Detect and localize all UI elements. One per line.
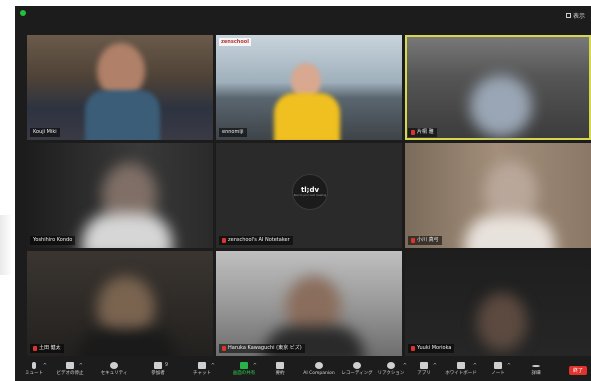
end-meeting-button[interactable]: 終了 <box>569 366 587 375</box>
muted-mic-icon <box>411 130 415 135</box>
zoom-meeting-window: 表示 Kouji Miki zenschool ennomiji 片桐 雅 Yo… <box>15 6 591 381</box>
participant-name-label: Yuuki Morioka <box>408 344 455 353</box>
participant-video-blurred <box>477 293 527 351</box>
video-tile-notetaker[interactable]: tl;dv Record your next meeting zenschool… <box>216 143 402 248</box>
chevron-up-icon[interactable]: ^ <box>211 363 215 369</box>
participant-name-label: Haruka Kawaguchi (東京 ビズ) <box>219 344 305 353</box>
tldv-logo-icon: tl;dv Record your next meeting <box>292 173 328 210</box>
share-screen-icon <box>240 362 248 369</box>
participant-name-label: zenschool's AI Notetaker <box>219 236 293 245</box>
participant-name-label: Kouji Miki <box>30 128 60 137</box>
participants-button[interactable]: 9 参加者 <box>141 362 175 381</box>
chat-button[interactable]: ^ チャット <box>185 362 219 381</box>
participant-video-blurred <box>465 215 555 248</box>
summary-icon <box>276 362 284 369</box>
record-icon <box>353 362 361 369</box>
reactions-button[interactable]: ^ リアクション <box>371 362 411 381</box>
participant-name-label: 小川 真弓 <box>408 236 442 245</box>
title-bar: 表示 <box>15 6 591 28</box>
chat-icon <box>198 362 206 369</box>
stop-video-button[interactable]: ^ ビデオの停止 <box>53 362 87 381</box>
muted-mic-icon <box>411 346 415 351</box>
reaction-icon <box>387 362 395 369</box>
more-icon <box>532 365 540 367</box>
grid-view-icon <box>565 12 571 18</box>
participant-name-label: 土田 健太 <box>30 344 64 353</box>
view-button[interactable]: 表示 <box>565 9 585 21</box>
muted-mic-icon <box>411 238 415 243</box>
participant-video-blurred <box>77 329 177 356</box>
notetaker-tagline: Record your next meeting <box>293 194 327 197</box>
chevron-up-icon[interactable]: ^ <box>507 363 511 369</box>
chevron-up-icon[interactable]: ^ <box>433 363 437 369</box>
more-button[interactable]: 詳細 <box>519 362 553 381</box>
video-tile[interactable]: 小川 真弓 <box>405 143 591 248</box>
participant-name-label: Yoshihiro Kondo <box>30 236 76 245</box>
security-button[interactable]: セキュリティ <box>97 362 131 381</box>
chevron-up-icon[interactable]: ^ <box>43 363 47 369</box>
participant-video <box>85 90 160 140</box>
participant-video <box>274 93 340 140</box>
encryption-shield-icon[interactable] <box>20 10 26 16</box>
muted-mic-icon <box>33 346 37 351</box>
muted-mic-icon <box>222 238 226 243</box>
whiteboard-icon <box>457 362 465 369</box>
video-tile[interactable]: Haruka Kawaguchi (東京 ビズ) <box>216 251 402 356</box>
video-tile[interactable]: zenschool ennomiji <box>216 35 402 140</box>
notetaker-brand: tl;dv <box>300 186 320 194</box>
whiteboard-button[interactable]: ^ ホワイトボード <box>441 362 481 381</box>
participant-video-blurred <box>485 161 537 223</box>
participant-name-label: ennomiji <box>219 128 247 137</box>
background-decoration <box>0 215 12 275</box>
participant-count: 9 <box>164 362 168 368</box>
ai-companion-icon <box>315 362 323 369</box>
video-tile[interactable]: Yuuki Morioka <box>405 251 591 356</box>
participants-icon <box>154 362 162 369</box>
video-tile-active-speaker[interactable]: 片桐 雅 <box>405 35 591 140</box>
ai-companion-button[interactable]: AI Companion <box>299 362 339 381</box>
video-tile[interactable]: Kouji Miki <box>27 35 213 140</box>
security-shield-icon <box>110 362 118 369</box>
participant-video-blurred <box>470 75 532 137</box>
notes-icon <box>494 362 502 369</box>
muted-mic-icon <box>222 346 226 351</box>
participant-video-blurred <box>82 213 172 248</box>
apps-icon <box>420 362 428 369</box>
view-label: 表示 <box>572 12 585 20</box>
chevron-up-icon[interactable]: ^ <box>473 363 477 369</box>
chevron-up-icon[interactable]: ^ <box>253 363 257 369</box>
meeting-toolbar: ^ ミュート ^ ビデオの停止 セキュリティ 9 参加者 ^ チャット ^ 画面… <box>15 360 591 381</box>
microphone-icon <box>32 362 36 369</box>
summary-button[interactable]: 要約 <box>263 362 297 381</box>
zenschool-logo: zenschool <box>219 38 251 46</box>
notes-button[interactable]: ^ ノート <box>481 362 515 381</box>
video-tile[interactable]: 土田 健太 <box>27 251 213 356</box>
apps-button[interactable]: ^ アプリ <box>407 362 441 381</box>
participant-name-label: 片桐 雅 <box>408 128 437 137</box>
video-camera-icon <box>66 362 74 369</box>
share-screen-button[interactable]: ^ 画面の共有 <box>227 362 261 381</box>
video-tile[interactable]: Yoshihiro Kondo <box>27 143 213 248</box>
mute-button[interactable]: ^ ミュート <box>17 362 51 381</box>
chevron-up-icon[interactable]: ^ <box>79 363 83 369</box>
